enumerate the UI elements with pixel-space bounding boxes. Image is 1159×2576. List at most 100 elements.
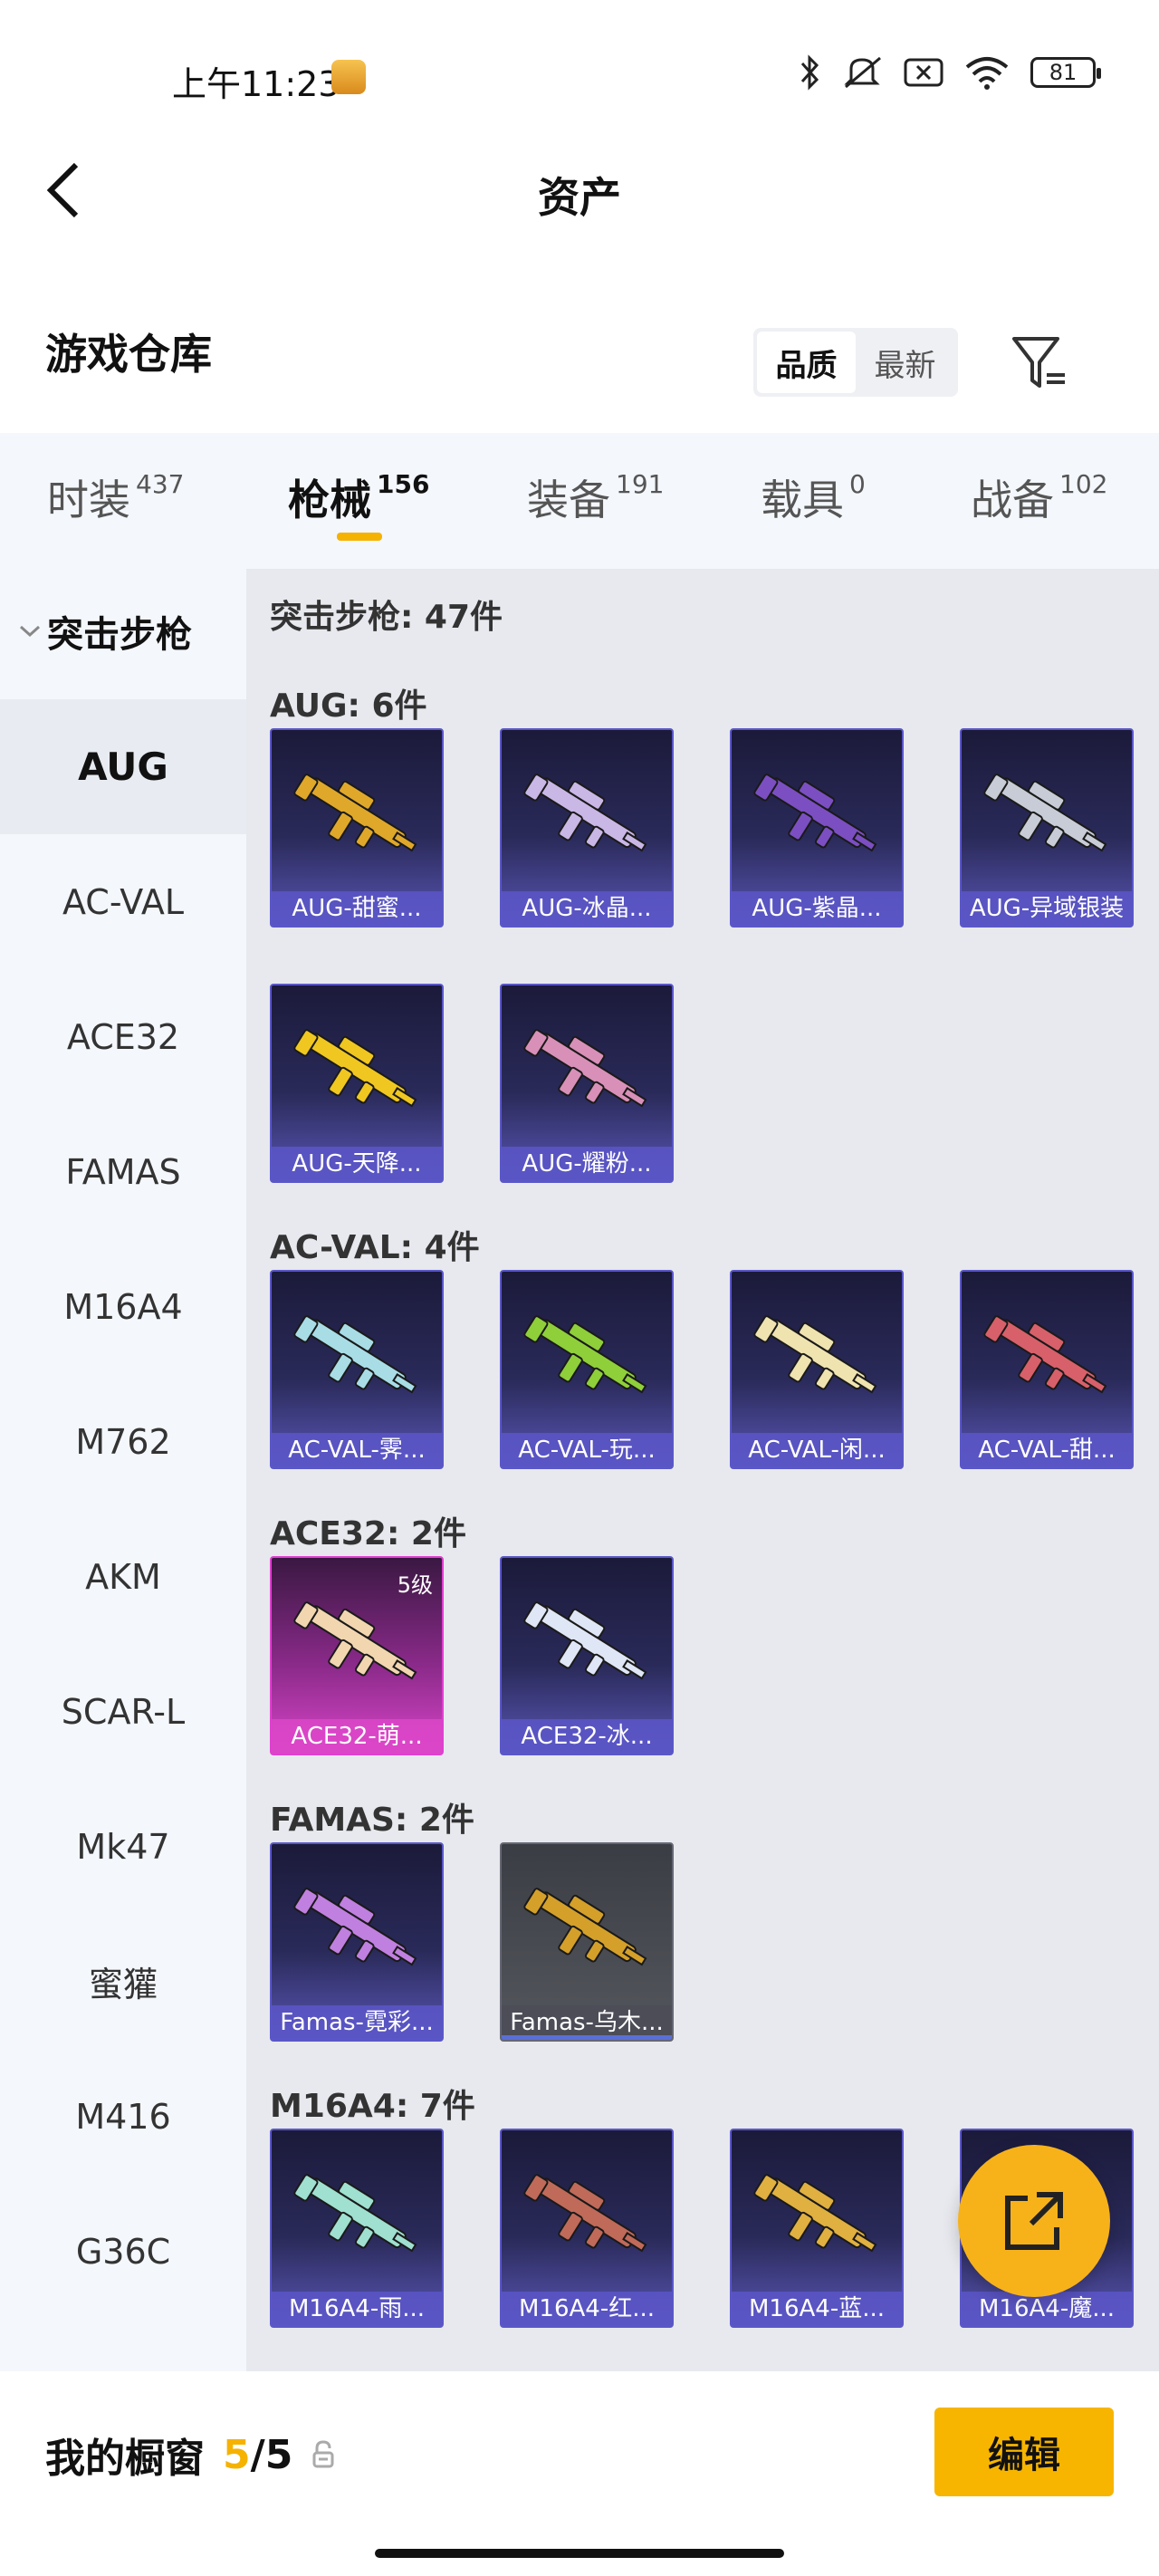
section-title: AC-VAL: 4件 (270, 1229, 480, 1266)
sidebar-item[interactable]: M762 (0, 1374, 246, 1509)
weapon-card[interactable]: M16A4-雨... (270, 2129, 444, 2328)
sidebar-item[interactable]: Mk47 (0, 1779, 246, 1914)
bluetooth-icon (800, 54, 819, 91)
rifle-icon (523, 1601, 647, 1680)
sidebar-item[interactable]: M416 (0, 2049, 246, 2184)
weapon-card[interactable]: AUG-冰晶... (500, 728, 674, 928)
weapon-card[interactable]: ACE32-冰... (500, 1556, 674, 1755)
category-tabs: 时装 437 枪械 156 装备 191 载具 0 战备 102 (0, 433, 1159, 569)
rifle-icon (753, 1315, 877, 1394)
tab-supplies[interactable]: 战备 102 (971, 467, 1107, 527)
chevron-down-icon (19, 625, 41, 638)
rifle-icon (523, 1029, 647, 1108)
section-title: ACE32: 2件 (270, 1515, 466, 1552)
sidebar-item[interactable]: AKM (0, 1509, 246, 1644)
filter-button[interactable] (1009, 333, 1072, 393)
tab-guns[interactable]: 枪械 156 (288, 467, 429, 527)
rifle-icon (523, 774, 647, 852)
weapon-name: AC-VAL-闲... (732, 1433, 902, 1467)
sidebar-item[interactable]: FAMAS (0, 1104, 246, 1239)
weapon-card[interactable]: 5级 ACE32-萌... (270, 1556, 444, 1755)
app-notification-icon (331, 60, 366, 94)
weapon-card[interactable]: AC-VAL-霁... (270, 1270, 444, 1469)
nav-bar: 资产 (0, 145, 1159, 235)
rifle-icon (293, 1601, 417, 1680)
weapon-card[interactable]: AUG-天降... (270, 984, 444, 1183)
no-sim-icon (904, 58, 943, 87)
bottom-bar: 我的橱窗 5/5 编辑 (0, 2371, 1159, 2576)
filter-icon (1012, 337, 1065, 388)
weapon-name: AUG-冰晶... (502, 891, 672, 926)
rifle-icon (293, 2174, 417, 2253)
rifle-icon (293, 774, 417, 852)
tab-vehicles[interactable]: 载具 0 (761, 467, 866, 527)
share-icon (1005, 2192, 1063, 2250)
weapon-name: M16A4-蓝... (732, 2292, 902, 2326)
weapon-card[interactable]: M16A4-蓝... (730, 2129, 904, 2328)
weapon-name: AUG-天降... (272, 1147, 442, 1181)
tab-fashion[interactable]: 时装 437 (47, 467, 184, 527)
weapon-grid: 突击步枪: 47件 AUG: 6件 AUG-甜蜜... AUG-冰晶... AUG-紫… (246, 569, 1159, 2371)
tab-count: 102 (1059, 469, 1108, 499)
weapon-card[interactable]: AC-VAL-甜... (960, 1270, 1134, 1469)
sidebar-item[interactable]: M16A4 (0, 1239, 246, 1374)
rifle-icon (293, 1315, 417, 1394)
weapon-name: ACE32-冰... (502, 1719, 672, 1754)
showcase: 我的橱窗 5/5 (45, 2426, 336, 2484)
level-badge: 5级 (397, 1572, 433, 1598)
rifle-icon (293, 1888, 417, 1966)
weapon-card[interactable]: AUG-甜蜜... (270, 728, 444, 928)
sidebar-item[interactable]: 蜜獾 (0, 1914, 246, 2049)
weapon-name: Famas-乌木... (502, 2005, 672, 2040)
weapon-name: M16A4-雨... (272, 2292, 442, 2326)
weapon-name: AUG-紫晶... (732, 891, 902, 926)
rifle-icon (523, 1315, 647, 1394)
lock-icon (312, 2440, 334, 2468)
weapon-card[interactable]: AUG-耀粉... (500, 984, 674, 1183)
weapon-name: ACE32-萌... (272, 1719, 442, 1754)
rifle-icon (523, 2174, 647, 2253)
sidebar-category[interactable]: 突击步枪 (18, 605, 192, 658)
rifle-icon (293, 1029, 417, 1108)
weapon-name: M16A4-魔... (962, 2292, 1132, 2326)
weapon-card[interactable]: AC-VAL-闲... (730, 1270, 904, 1469)
sort-newest-button[interactable]: 最新 (856, 332, 954, 393)
tab-label: 战备 (971, 476, 1054, 524)
weapon-name: Famas-霓彩... (272, 2005, 442, 2040)
weapon-card[interactable]: Famas-乌木... (500, 1842, 674, 2042)
weapon-card[interactable]: AUG-异域银装 (960, 728, 1134, 928)
sort-toggle: 品质 最新 (753, 328, 958, 397)
weapon-card[interactable]: M16A4-红... (500, 2129, 674, 2328)
weapon-name: AC-VAL-玩... (502, 1433, 672, 1467)
weapon-card[interactable]: AUG-紫晶... (730, 728, 904, 928)
sidebar-item[interactable]: G36C (0, 2184, 246, 2319)
wifi-icon (965, 57, 1009, 90)
sidebar-item[interactable]: AUG (0, 699, 246, 834)
rifle-icon (753, 774, 877, 852)
page-title: 资产 (538, 173, 621, 222)
sidebar-item[interactable]: SCAR-L (0, 1644, 246, 1779)
sort-quality-button[interactable]: 品质 (757, 332, 856, 393)
weapon-card[interactable]: AC-VAL-玩... (500, 1270, 674, 1469)
tab-equipment[interactable]: 装备 191 (527, 467, 664, 527)
tab-label: 枪械 (288, 476, 371, 524)
share-button[interactable] (958, 2145, 1110, 2297)
section-title: AUG: 6件 (270, 687, 427, 725)
weapon-name: AC-VAL-甜... (962, 1433, 1132, 1467)
tab-label: 载具 (761, 476, 844, 524)
weapon-sidebar: 突击步枪 AUG AC-VAL ACE32 FAMAS M16A4 M762 AKM SCAR… (0, 569, 246, 2371)
sidebar-item[interactable]: AC-VAL (0, 834, 246, 969)
weapon-name: AUG-耀粉... (502, 1147, 672, 1181)
rifle-icon (523, 1888, 647, 1966)
home-indicator (375, 2549, 784, 2558)
status-bar: 上午11:23 81 (0, 0, 1159, 154)
sidebar-item[interactable]: ACE32 (0, 969, 246, 1104)
active-tab-indicator (337, 533, 382, 541)
weapon-name: AC-VAL-霁... (272, 1433, 442, 1467)
summary-title: 突击步枪: 47件 (270, 599, 503, 636)
mute-icon (844, 56, 881, 89)
status-icons: 81 (797, 54, 1101, 91)
weapon-card[interactable]: Famas-霓彩... (270, 1842, 444, 2042)
tab-count: 0 (849, 469, 866, 499)
edit-button[interactable]: 编辑 (934, 2408, 1114, 2496)
